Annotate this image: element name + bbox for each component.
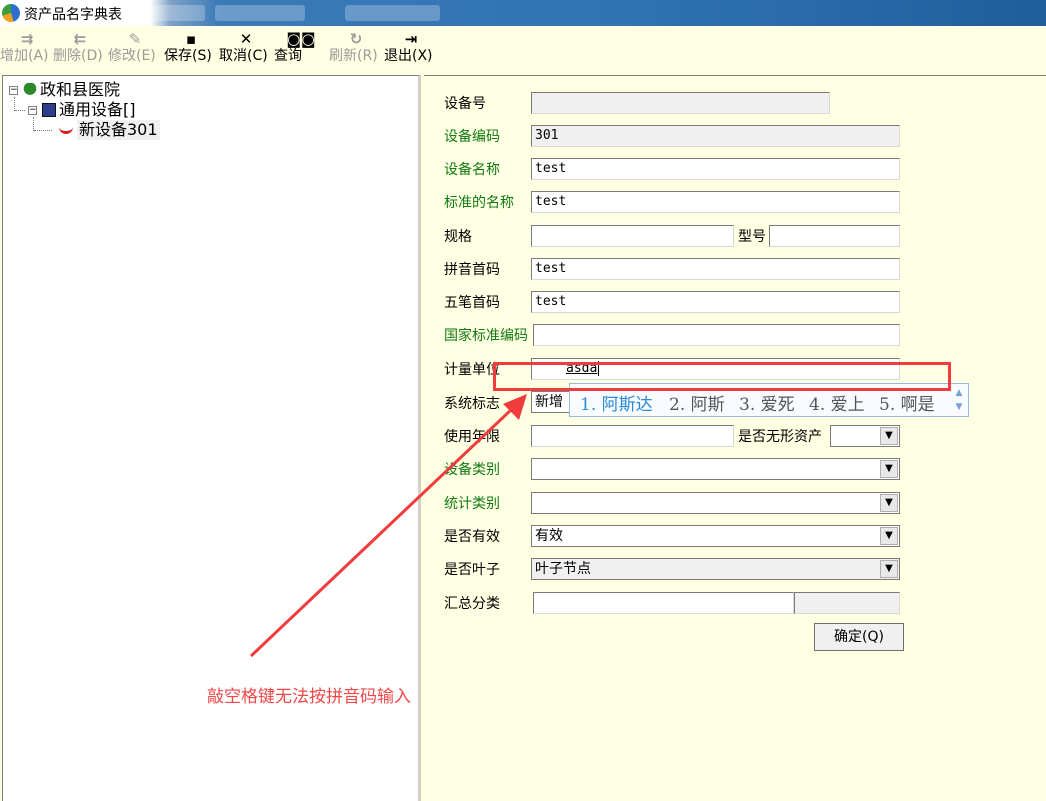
leaf-select[interactable]: 叶子节点 ▼ [531, 558, 900, 580]
model-label: 型号 [738, 229, 766, 245]
device-no-field[interactable] [531, 92, 830, 114]
stat-category-label: 统计类别 [444, 496, 500, 512]
device-code-label: 设备编码 [444, 129, 500, 145]
valid-select[interactable]: 有效 ▼ [531, 525, 900, 547]
summary-name-field [794, 592, 900, 614]
tree-line [33, 117, 34, 131]
binoculars-icon: ◙◙ [286, 30, 316, 48]
std-name-label: 标准的名称 [444, 195, 514, 211]
pinyin-field[interactable]: test [531, 258, 900, 280]
tree-hospital-icon [23, 83, 37, 97]
delete-icon: ⇇ [73, 30, 87, 48]
refresh-button[interactable]: ↻ 刷新(R) [329, 30, 383, 68]
device-category-select[interactable]: ▼ [531, 458, 900, 480]
edit-icon: ✎ [128, 30, 142, 48]
tree-line [14, 97, 15, 111]
ime-page-arrows[interactable]: ▲ ▼ [954, 386, 964, 414]
spec-field[interactable] [531, 225, 734, 247]
stat-category-select[interactable]: ▼ [531, 492, 900, 514]
app-logo-icon [2, 4, 20, 22]
save-button[interactable]: ▪ 保存(S) [164, 30, 218, 68]
years-field[interactable] [531, 425, 734, 447]
delete-button[interactable]: ⇇ 删除(D) [53, 30, 107, 68]
blurred-tab [345, 5, 440, 21]
wubi-label: 五笔首码 [444, 295, 500, 311]
summary-field[interactable] [533, 592, 794, 614]
tree-line [15, 110, 25, 111]
confirm-button[interactable]: 确定(Q) [814, 623, 904, 651]
dropdown-arrow-icon[interactable]: ▼ [880, 560, 898, 578]
form-panel [424, 75, 1046, 801]
annotation-highlight-box [493, 362, 951, 391]
tree-folder-icon [42, 103, 56, 117]
dropdown-arrow-icon[interactable]: ▼ [880, 460, 898, 478]
refresh-icon: ↻ [349, 30, 363, 48]
years-label: 使用年限 [444, 429, 500, 445]
title-bar: 资产品名字典表 [0, 0, 1046, 26]
arrow-up-icon[interactable]: ▲ [954, 386, 964, 400]
ime-candidate[interactable]: 5. 啊是 [879, 390, 935, 415]
model-field[interactable] [769, 225, 900, 247]
device-category-label: 设备类别 [444, 462, 500, 478]
exit-button[interactable]: ⇥ 退出(X) [384, 30, 438, 68]
arrow-down-icon[interactable]: ▼ [954, 400, 964, 414]
ime-candidate[interactable]: 1. 阿斯达 [580, 390, 653, 415]
dropdown-arrow-icon[interactable]: ▼ [880, 427, 898, 445]
wubi-field[interactable]: test [531, 291, 900, 313]
close-icon: ✕ [239, 30, 253, 48]
annotation-text: 敲空格键无法按拼音码输入 [207, 687, 411, 707]
collapse-icon[interactable]: − [28, 106, 37, 115]
dropdown-arrow-icon[interactable]: ▼ [880, 494, 898, 512]
spec-label: 规格 [444, 229, 472, 245]
dropdown-arrow-icon[interactable]: ▼ [880, 527, 898, 545]
pinyin-label: 拼音首码 [444, 262, 500, 278]
blurred-tab [215, 5, 305, 21]
ime-candidate[interactable]: 4. 爱上 [809, 390, 865, 415]
valid-label: 是否有效 [444, 529, 500, 545]
blurred-tab [135, 5, 205, 21]
unit-label: 计量单位 [444, 362, 500, 378]
intangible-select[interactable]: ▼ [830, 425, 900, 447]
ime-candidate[interactable]: 2. 阿斯 [669, 390, 725, 415]
device-name-field[interactable]: test [531, 158, 900, 180]
query-button[interactable]: ◙◙ 查询 [274, 30, 328, 68]
ime-candidate[interactable]: 3. 爱死 [739, 390, 795, 415]
summary-label: 汇总分类 [444, 596, 500, 612]
edit-button[interactable]: ✎ 修改(E) [108, 30, 162, 68]
std-name-field[interactable]: test [531, 191, 900, 213]
collapse-icon[interactable]: − [9, 86, 18, 95]
leaf-label: 是否叶子 [444, 562, 500, 578]
sys-flag-label: 系统标志 [444, 396, 500, 412]
add-button[interactable]: ⇉ 增加(A) [0, 30, 54, 68]
tree-leaf-icon [59, 126, 73, 134]
national-code-field[interactable] [533, 324, 900, 346]
tree-line [34, 130, 52, 131]
floppy-disk-icon: ▪ [185, 30, 197, 48]
window-title: 资产品名字典表 [24, 7, 122, 23]
add-icon: ⇉ [20, 30, 34, 48]
device-name-label: 设备名称 [444, 162, 500, 178]
cancel-button[interactable]: ✕ 取消(C) [219, 30, 273, 68]
national-code-label: 国家标准编码 [444, 328, 528, 344]
toolbar: ⇉ 增加(A) ⇇ 删除(D) ✎ 修改(E) ▪ 保存(S) ✕ 取消(C) … [0, 26, 1046, 74]
intangible-label: 是否无形资产 [738, 429, 822, 445]
device-code-field[interactable]: 301 [531, 125, 900, 147]
device-no-label: 设备号 [444, 96, 486, 112]
exit-door-icon: ⇥ [404, 30, 418, 48]
